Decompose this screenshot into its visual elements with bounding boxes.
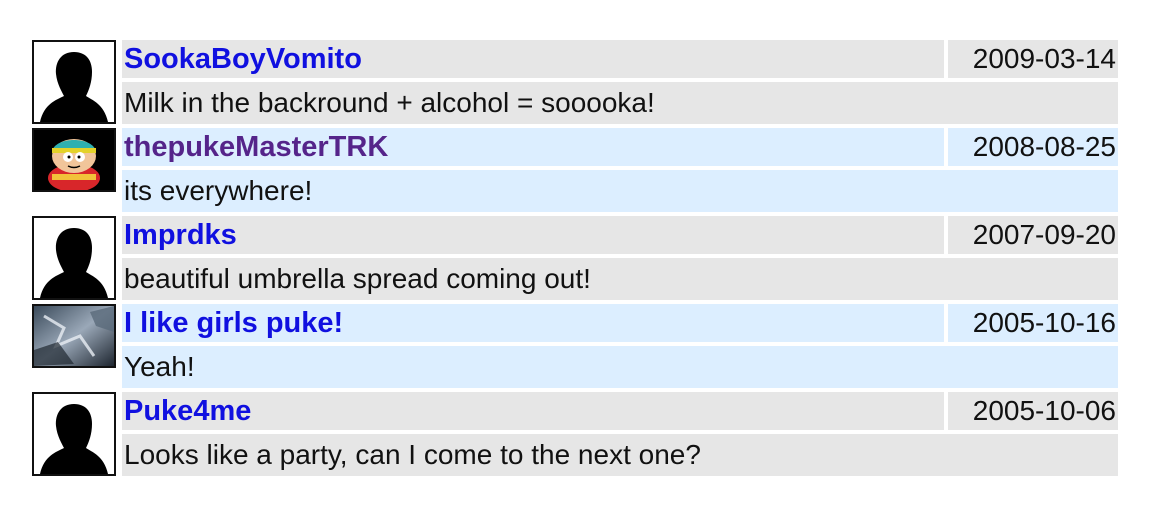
avatar-cell xyxy=(32,216,118,300)
comment-text: Looks like a party, can I come to the ne… xyxy=(122,434,1118,476)
avatar-cell xyxy=(32,304,118,388)
comment-row-body: beautiful umbrella spread coming out! xyxy=(32,258,1118,300)
comment-author-cell: thepukeMasterTRK xyxy=(122,128,944,166)
avatar-cell xyxy=(32,128,118,212)
comment-row-body: Yeah! xyxy=(32,346,1118,388)
comment-author-cell: I like girls puke! xyxy=(122,304,944,342)
comment-row-body: Looks like a party, can I come to the ne… xyxy=(32,434,1118,476)
comment-text: beautiful umbrella spread coming out! xyxy=(122,258,1118,300)
comment-date: 2007-09-20 xyxy=(948,216,1118,254)
comment-row-header: I like girls puke! 2005-10-16 xyxy=(32,304,1118,368)
comment-text: its everywhere! xyxy=(122,170,1118,212)
avatar-cell xyxy=(32,392,118,476)
comment-author-link[interactable]: Imprdks xyxy=(124,219,237,251)
cartoon-character-avatar-icon[interactable] xyxy=(32,128,116,192)
comment-author-link[interactable]: I like girls puke! xyxy=(124,307,343,339)
comment-row-header: Imprdks 2007-09-20 xyxy=(32,216,1118,300)
photo-avatar-icon[interactable] xyxy=(32,304,116,368)
comments-list: SookaBoyVomito 2009-03-14 Milk in the ba… xyxy=(28,36,1122,480)
comment-date: 2005-10-16 xyxy=(948,304,1118,342)
comment-author-cell: SookaBoyVomito xyxy=(122,40,944,78)
comment-date: 2005-10-06 xyxy=(948,392,1118,430)
comment-author-link[interactable]: thepukeMasterTRK xyxy=(124,131,388,163)
comment-author-link[interactable]: Puke4me xyxy=(124,395,251,427)
comment-row-header: SookaBoyVomito 2009-03-14 xyxy=(32,40,1118,124)
comment-text: Milk in the backround + alcohol = sooook… xyxy=(122,82,1118,124)
comment-text: Yeah! xyxy=(122,346,1118,388)
comment-row-header: Puke4me 2005-10-06 xyxy=(32,392,1118,476)
comment-row-body: its everywhere! xyxy=(32,170,1118,212)
comment-date: 2008-08-25 xyxy=(948,128,1118,166)
comment-row-header: thepukeMasterTRK 2008-08-25 xyxy=(32,128,1118,192)
comment-row-body: Milk in the backround + alcohol = sooook… xyxy=(32,82,1118,124)
comment-date: 2009-03-14 xyxy=(948,40,1118,78)
silhouette-avatar-icon[interactable] xyxy=(32,216,116,300)
silhouette-avatar-icon[interactable] xyxy=(32,392,116,476)
comment-author-link[interactable]: SookaBoyVomito xyxy=(124,43,362,75)
comment-author-cell: Imprdks xyxy=(122,216,944,254)
avatar-cell xyxy=(32,40,118,124)
silhouette-avatar-icon[interactable] xyxy=(32,40,116,124)
comment-author-cell: Puke4me xyxy=(122,392,944,430)
